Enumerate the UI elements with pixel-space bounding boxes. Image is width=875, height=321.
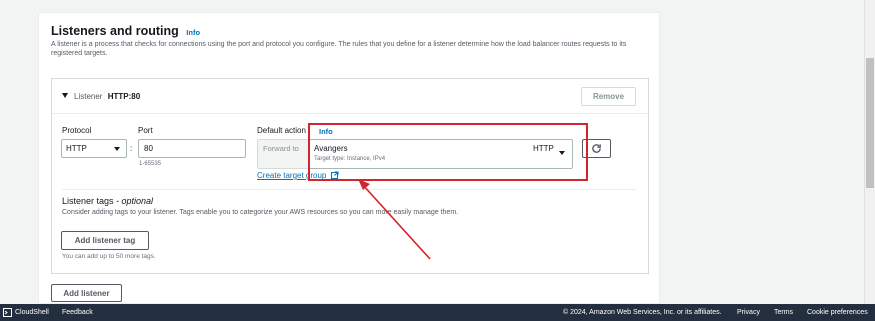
port-input[interactable]: 80 [138, 139, 246, 158]
forward-to-label: Forward to [263, 144, 299, 153]
section-title: Listeners and routing Info [51, 24, 200, 38]
cookie-preferences-link[interactable]: Cookie preferences [807, 309, 868, 316]
tags-description: Consider adding tags to your listener. T… [62, 209, 459, 216]
remove-button[interactable]: Remove [581, 87, 636, 106]
listener-header [52, 79, 648, 114]
feedback-link[interactable]: Feedback [62, 309, 93, 316]
listener-title[interactable]: Listener HTTP:80 [74, 92, 140, 101]
tag-limit-hint: You can add up to 50 more tags. [62, 253, 156, 260]
cloudshell-link[interactable]: CloudShell [15, 309, 49, 316]
copyright-text: © 2024, Amazon Web Services, Inc. or its… [563, 309, 722, 316]
privacy-link[interactable]: Privacy [737, 309, 760, 316]
terms-link[interactable]: Terms [774, 309, 793, 316]
listener-prefix: Listener [74, 92, 103, 101]
console-footer: CloudShell Feedback © 2024, Amazon Web S… [0, 304, 875, 321]
section-divider [62, 189, 636, 190]
tags-title-text: Listener tags [62, 196, 114, 206]
protocol-port-separator: : [130, 144, 133, 153]
caret-down-icon[interactable] [62, 93, 68, 98]
default-action-label: Default action [257, 126, 306, 135]
listener-name: HTTP:80 [107, 92, 141, 101]
port-hint: 1-65535 [139, 161, 162, 167]
tags-optional-text: - optional [113, 196, 154, 206]
scrollbar-thumb[interactable] [866, 58, 874, 188]
highlight-box [308, 123, 588, 181]
section-title-text: Listeners and routing [51, 24, 179, 38]
section-description: A listener is a process that checks for … [51, 41, 627, 57]
forward-to-field: Forward to [257, 139, 309, 169]
chevron-down-icon [114, 147, 120, 151]
protocol-value: HTTP [66, 144, 87, 153]
refresh-icon [592, 144, 601, 153]
cloudshell-icon[interactable] [3, 308, 12, 317]
port-label: Port [138, 126, 153, 135]
add-listener-tag-button[interactable]: Add listener tag [61, 231, 149, 250]
listener-tags-title: Listener tags - optional [62, 196, 153, 206]
add-listener-button[interactable]: Add listener [51, 284, 122, 302]
protocol-label: Protocol [62, 126, 92, 135]
section-info-link[interactable]: Info [186, 28, 200, 37]
protocol-select[interactable]: HTTP [61, 139, 127, 158]
